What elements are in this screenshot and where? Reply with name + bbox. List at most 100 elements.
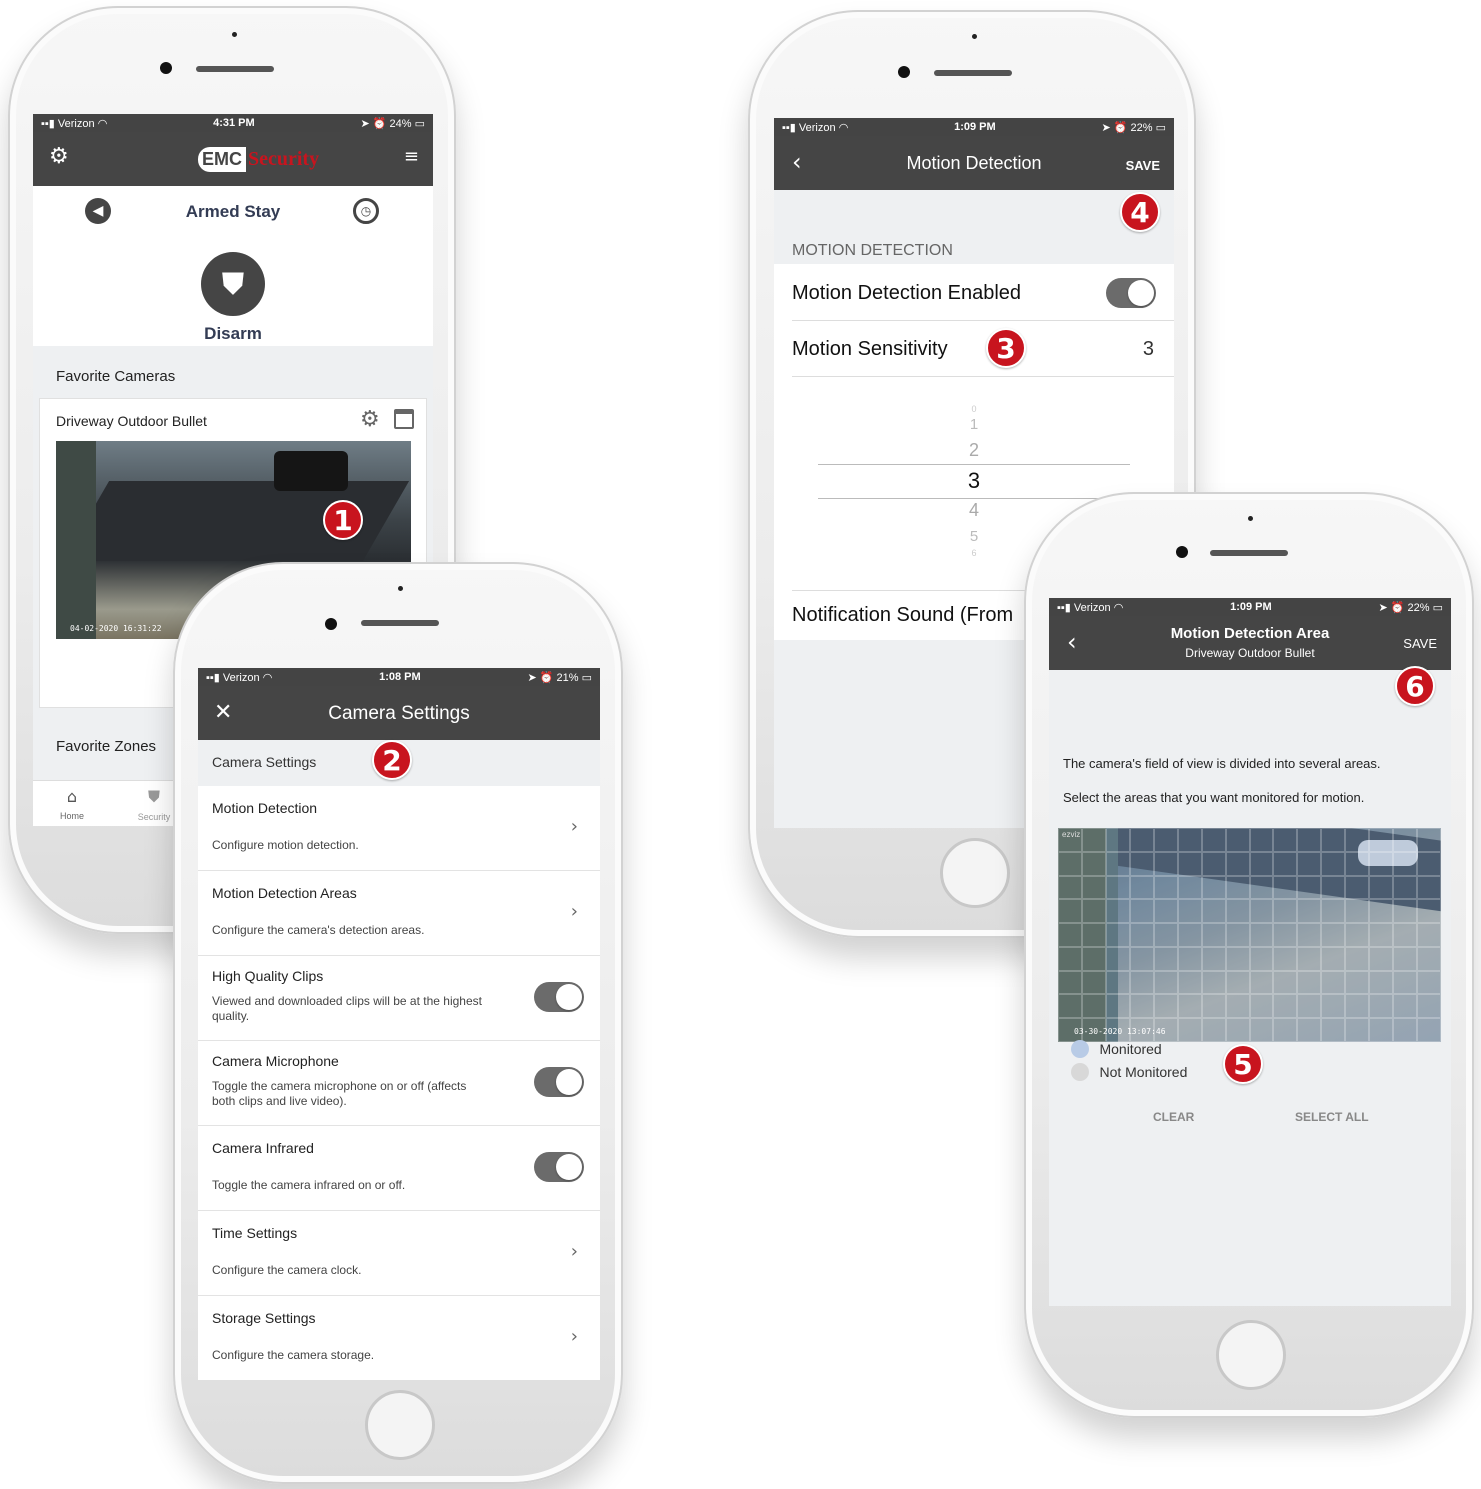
grid-cell[interactable]: [1249, 994, 1274, 1019]
grid-cell[interactable]: [1081, 851, 1106, 876]
grid-cell[interactable]: [1105, 899, 1130, 924]
grid-cell[interactable]: [1081, 828, 1106, 852]
grid-cell[interactable]: [1105, 875, 1130, 900]
grid-cell[interactable]: [1393, 1018, 1418, 1042]
grid-cell[interactable]: [1105, 994, 1130, 1019]
grid-cell[interactable]: [1369, 875, 1394, 900]
grid-cell[interactable]: [1058, 851, 1082, 876]
grid-cell[interactable]: [1153, 875, 1178, 900]
grid-cell[interactable]: [1225, 970, 1250, 995]
microphone-toggle[interactable]: [534, 1067, 584, 1097]
grid-cell[interactable]: [1201, 1018, 1226, 1042]
grid-cell[interactable]: [1225, 828, 1250, 852]
grid-cell[interactable]: [1417, 994, 1441, 1019]
grid-cell[interactable]: [1273, 875, 1298, 900]
grid-cell[interactable]: [1297, 923, 1322, 947]
grid-cell[interactable]: [1297, 851, 1322, 876]
grid-cell[interactable]: [1129, 875, 1154, 900]
grid-cell[interactable]: [1417, 970, 1441, 995]
notification-sound-label[interactable]: Notification Sound (From: [792, 604, 1013, 627]
grid-cell[interactable]: [1058, 994, 1082, 1019]
grid-cell[interactable]: [1201, 994, 1226, 1019]
grid-cell[interactable]: [1177, 851, 1202, 876]
grid-cell[interactable]: [1081, 875, 1106, 900]
grid-cell[interactable]: [1201, 875, 1226, 900]
grid-cell[interactable]: [1297, 970, 1322, 995]
motion-enabled-toggle[interactable]: [1106, 278, 1156, 308]
grid-cell[interactable]: [1153, 899, 1178, 924]
grid-cell[interactable]: [1153, 923, 1178, 947]
grid-cell[interactable]: [1105, 828, 1130, 852]
grid-cell[interactable]: [1393, 923, 1418, 947]
grid-cell[interactable]: [1369, 946, 1394, 971]
area-grid[interactable]: ezviz 03-30-2020 13:07:46: [1058, 828, 1441, 1042]
list-item-storage-settings[interactable]: Storage Settings Configure the camera st…: [198, 1296, 600, 1380]
grid-cell[interactable]: [1345, 923, 1370, 947]
grid-cell[interactable]: [1345, 1018, 1370, 1042]
grid-cell[interactable]: [1345, 828, 1370, 852]
list-item-time-settings[interactable]: Time Settings Configure the camera clock…: [198, 1211, 600, 1296]
grid-cell[interactable]: [1129, 946, 1154, 971]
grid-cell[interactable]: [1177, 875, 1202, 900]
grid-cell[interactable]: [1321, 923, 1346, 947]
grid-cell[interactable]: [1081, 946, 1106, 971]
grid-cell[interactable]: [1225, 899, 1250, 924]
grid-cell[interactable]: [1321, 1018, 1346, 1042]
grid-cell[interactable]: [1297, 994, 1322, 1019]
picker-option[interactable]: 0: [774, 404, 1174, 414]
select-all-button[interactable]: SELECT ALL: [1295, 1110, 1369, 1124]
grid-cell[interactable]: [1273, 1018, 1298, 1042]
home-button[interactable]: [940, 838, 1010, 908]
grid-cell[interactable]: [1153, 828, 1178, 852]
grid-cell[interactable]: [1417, 828, 1441, 852]
grid-cell[interactable]: [1225, 851, 1250, 876]
grid-cell[interactable]: [1345, 970, 1370, 995]
picker-option[interactable]: 1: [774, 416, 1174, 433]
grid-cell[interactable]: [1345, 851, 1370, 876]
grid-cell[interactable]: [1369, 1018, 1394, 1042]
grid-cell[interactable]: [1081, 994, 1106, 1019]
grid-cell[interactable]: [1321, 875, 1346, 900]
camera-settings-icon[interactable]: ⚙: [360, 407, 380, 432]
grid-cell[interactable]: [1201, 970, 1226, 995]
grid-cell[interactable]: [1369, 899, 1394, 924]
grid-cell[interactable]: [1153, 994, 1178, 1019]
grid-cell[interactable]: [1417, 923, 1441, 947]
grid-cell[interactable]: [1417, 899, 1441, 924]
grid-cell[interactable]: [1249, 828, 1274, 852]
grid-cell[interactable]: [1321, 994, 1346, 1019]
grid-cell[interactable]: [1321, 828, 1346, 852]
grid-cell[interactable]: [1201, 946, 1226, 971]
home-button[interactable]: [365, 1390, 435, 1460]
grid-cell[interactable]: [1417, 1018, 1441, 1042]
grid-cell[interactable]: [1129, 994, 1154, 1019]
grid-cell[interactable]: [1177, 970, 1202, 995]
grid-cell[interactable]: [1249, 851, 1274, 876]
grid-cell[interactable]: [1297, 828, 1322, 852]
grid-cell[interactable]: [1058, 899, 1082, 924]
save-button[interactable]: SAVE: [1126, 158, 1160, 173]
picker-option[interactable]: 2: [774, 440, 1174, 461]
grid-cell[interactable]: [1058, 923, 1082, 947]
grid-cell[interactable]: [1273, 851, 1298, 876]
grid-cell[interactable]: [1177, 923, 1202, 947]
grid-cell[interactable]: [1417, 851, 1441, 876]
grid-cell[interactable]: [1249, 899, 1274, 924]
grid-cell[interactable]: [1153, 946, 1178, 971]
grid-cell[interactable]: [1129, 899, 1154, 924]
grid-cell[interactable]: [1177, 828, 1202, 852]
grid-cell[interactable]: [1369, 970, 1394, 995]
tab-security[interactable]: ⛊ Security: [129, 787, 179, 825]
grid-cell[interactable]: [1058, 946, 1082, 971]
grid-cell[interactable]: [1321, 899, 1346, 924]
grid-cell[interactable]: [1105, 946, 1130, 971]
grid-cell[interactable]: [1105, 851, 1130, 876]
save-button[interactable]: SAVE: [1403, 636, 1437, 651]
grid-cell[interactable]: [1321, 851, 1346, 876]
grid-cell[interactable]: [1225, 875, 1250, 900]
grid-cell[interactable]: [1225, 923, 1250, 947]
grid-cell[interactable]: [1273, 946, 1298, 971]
grid-cell[interactable]: [1321, 970, 1346, 995]
grid-cell[interactable]: [1393, 970, 1418, 995]
grid-cell[interactable]: [1369, 851, 1394, 876]
